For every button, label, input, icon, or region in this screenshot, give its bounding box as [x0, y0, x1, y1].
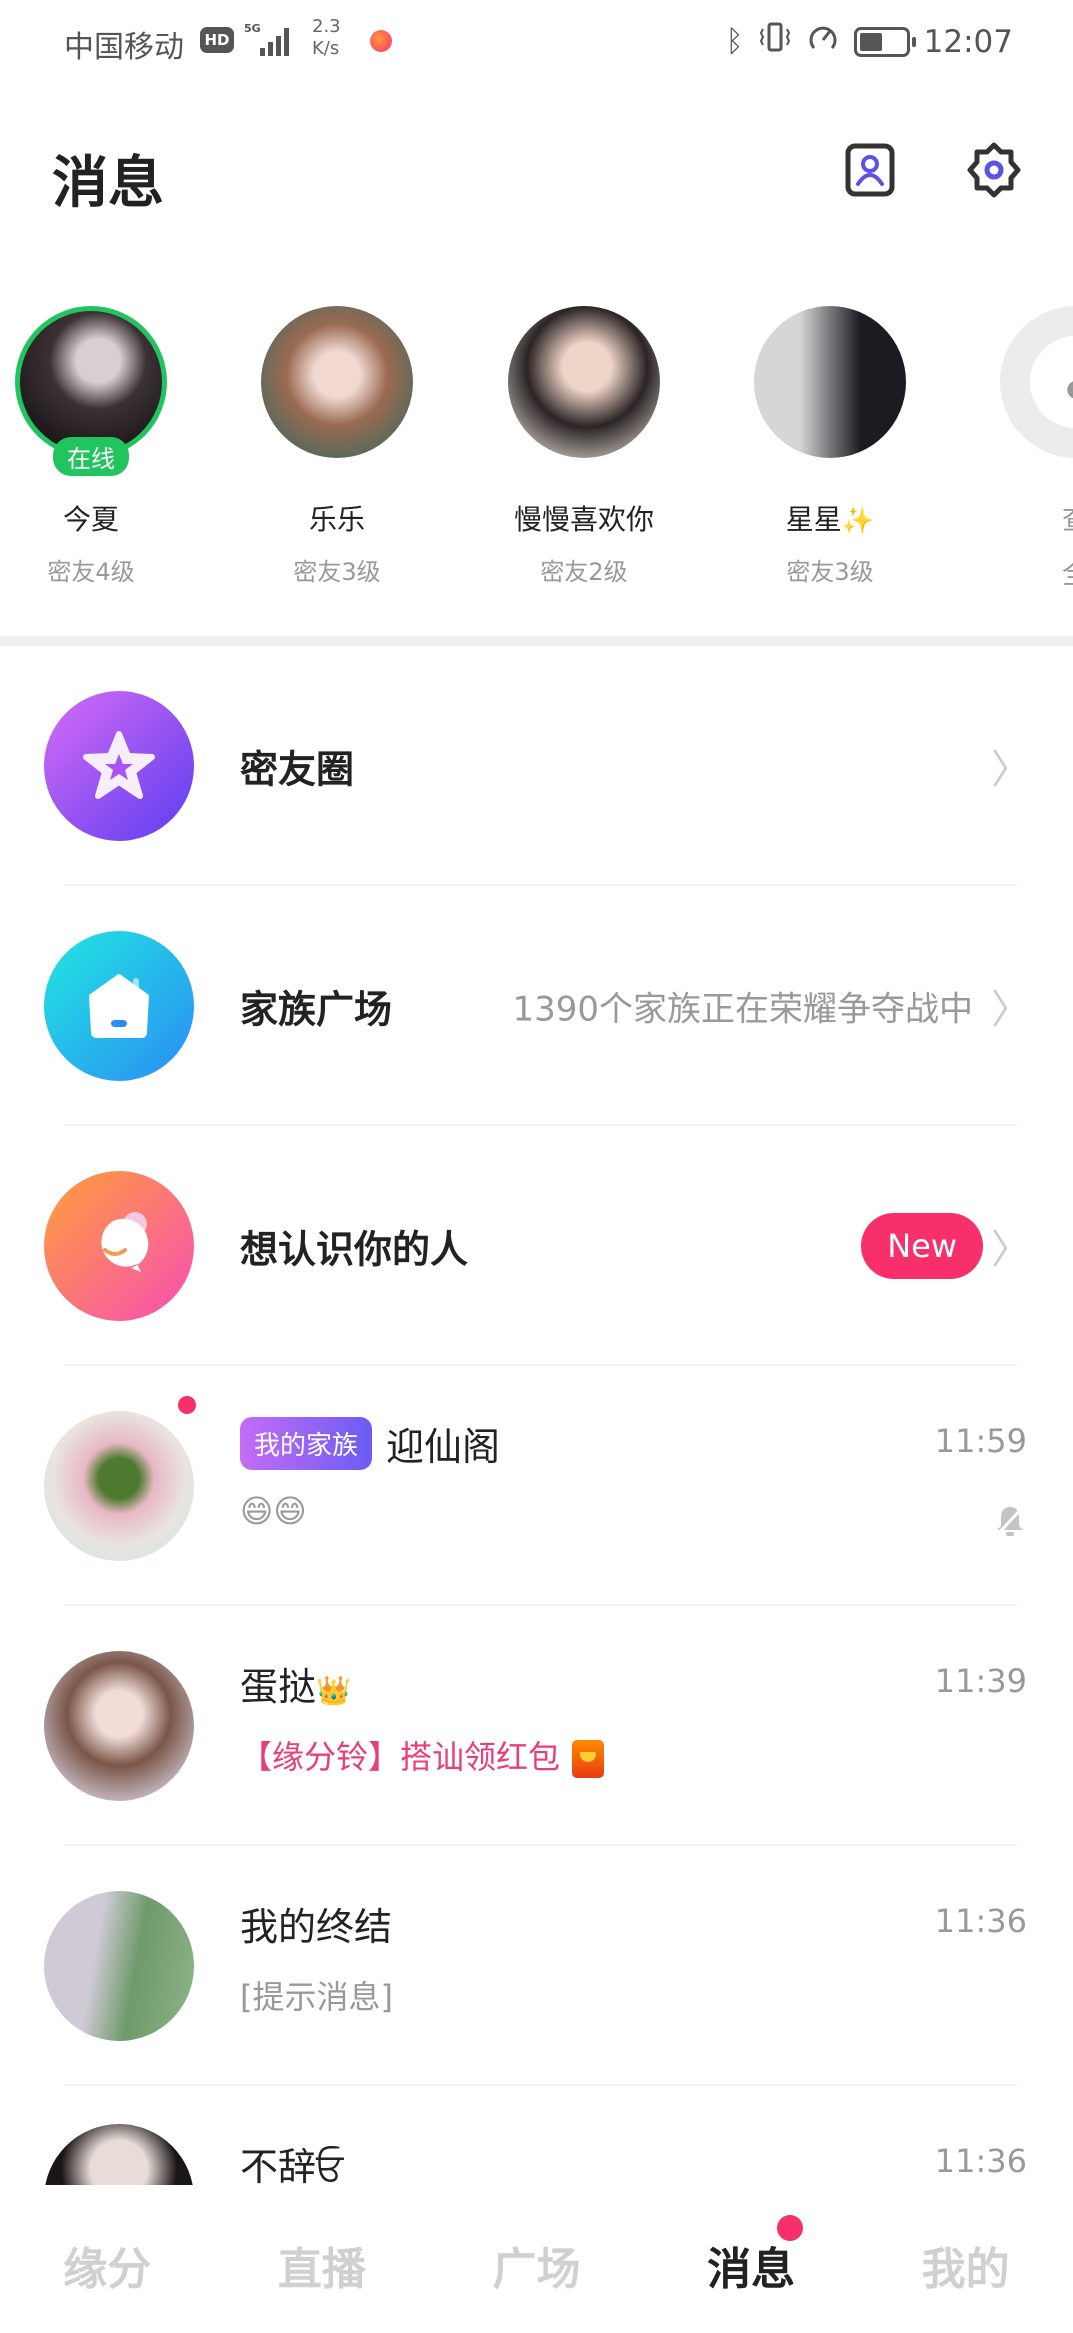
sparkle-icon: ✨ [841, 506, 875, 536]
chat-name: 我的终结 [240, 1905, 393, 1949]
chat-last-message: [提示消息] [240, 1978, 393, 2016]
crown-icon: 👑 [316, 1674, 351, 1707]
row-subtitle: 1390个家族正在荣耀争夺战中 [512, 989, 973, 1030]
tab-notification-dot [776, 2215, 803, 2241]
muted-bell-icon [995, 1504, 1025, 1542]
friend-level: 密友3级 [293, 558, 381, 586]
tab-plaza[interactable]: 广场 [429, 2185, 644, 2333]
view-all-label-line1: 查 [976, 498, 1073, 538]
tab-fate[interactable]: 缘分 [0, 2185, 215, 2333]
more-icon: ●●● [1000, 306, 1073, 458]
friend-item[interactable]: 乐乐 密友3级 [237, 300, 437, 587]
bottom-tab-bar: 缘分 直播 广场 消息 我的 [0, 2185, 1073, 2333]
clock: 12:07 [923, 23, 1013, 60]
page-title: 消息 [52, 151, 164, 216]
feature-row-family-plaza[interactable]: 家族广场 1390个家族正在荣耀争夺战中 〉 [0, 886, 1073, 1126]
friend-level: 密友4级 [47, 558, 135, 586]
header: 消息 [0, 120, 1073, 220]
battery-icon [853, 26, 916, 57]
avatar [508, 306, 660, 458]
chevron-right-icon: 〉 [991, 1227, 1031, 1273]
tab-live[interactable]: 直播 [215, 2185, 430, 2333]
friend-name: 今夏 [62, 503, 119, 536]
feature-row-people-want-to-know-you[interactable]: 想认识你的人 New 〉 [0, 1126, 1073, 1366]
avatar [261, 306, 413, 458]
chat-list-item[interactable]: 不辞ਓ 11:36 [0, 2086, 1073, 2186]
avatar [44, 2124, 194, 2186]
tab-messages[interactable]: 消息 [644, 2185, 859, 2333]
chat-last-message: 😄😄 [240, 1492, 307, 1530]
view-all-friends-button[interactable]: ●●● 查 全 [976, 300, 1073, 592]
friend-name: 乐乐 [308, 503, 365, 536]
feature-row-close-friends-circle[interactable]: 密友圈 〉 [0, 646, 1073, 886]
online-badge: 在线 [53, 437, 129, 476]
data-saver-icon [806, 20, 840, 63]
row-title: 密友圈 [240, 747, 355, 792]
avatar [44, 1891, 194, 2041]
unread-dot [178, 1396, 196, 1414]
friend-item[interactable]: 在线 今夏 密友4级 [0, 300, 191, 587]
avatar [754, 306, 906, 458]
friend-name: 星星✨ [785, 503, 875, 536]
settings-button[interactable] [964, 140, 1024, 200]
friend-name: 慢慢喜欢你 [513, 503, 654, 536]
gear-icon [967, 142, 1021, 198]
chat-name: 蛋挞👑 [240, 1665, 351, 1709]
hd-icon: HD [200, 27, 234, 53]
vibrate-icon [758, 20, 792, 63]
chevron-right-icon: 〉 [991, 747, 1031, 793]
avatar [44, 1411, 194, 1561]
contacts-icon [845, 143, 895, 197]
network-type: 5G [244, 22, 261, 35]
network-speed: 2.3 K/s [312, 16, 341, 59]
view-all-label-line2: 全 [976, 552, 1073, 592]
chat-list-item[interactable]: 蛋挞👑 【缘分铃】搭讪领红包 11:39 [0, 1606, 1073, 1846]
chat-name: 迎仙阁 [386, 1425, 501, 1469]
contacts-button[interactable] [840, 140, 900, 200]
chat-time: 11:36 [934, 2142, 1027, 2180]
chat-time: 11:36 [934, 1902, 1027, 1940]
status-bar: 中国移动 HD 5G 2.3 K/s ᛒ 12:07 [0, 0, 1073, 80]
friend-level: 密友3级 [786, 558, 874, 586]
bluetooth-icon: ᛒ [725, 23, 744, 59]
friend-level: 密友2级 [540, 558, 628, 586]
chevron-right-icon: 〉 [991, 987, 1031, 1033]
new-badge: New [861, 1213, 983, 1279]
family-tag: 我的家族 [240, 1417, 373, 1470]
tab-me[interactable]: 我的 [858, 2185, 1073, 2333]
section-divider [0, 636, 1073, 646]
red-packet-icon [572, 1740, 605, 1778]
friend-item[interactable]: 星星✨ 密友3级 [730, 300, 930, 587]
chat-time: 11:59 [934, 1422, 1027, 1460]
close-friends-strip[interactable]: 在线 今夏 密友4级 乐乐 密友3级 慢慢喜欢你 密友2级 星星✨ 密友3级 ●… [0, 300, 1073, 600]
chat-list-item[interactable]: 我的家族 迎仙阁 😄😄 11:59 [0, 1366, 1073, 1606]
chat-time: 11:39 [934, 1662, 1027, 1700]
app-notification-icon [370, 30, 392, 52]
star-icon [44, 691, 194, 841]
row-title: 家族广场 [240, 987, 393, 1032]
chat-last-message: 【缘分铃】搭讪领红包 [240, 1732, 605, 1778]
avatar: 在线 [15, 306, 167, 476]
carrier-name: 中国移动 [64, 30, 184, 65]
chat-list-item[interactable]: 我的终结 [提示消息] 11:36 [0, 1846, 1073, 2086]
chat-name: 不辞ਓ [240, 2145, 344, 2186]
home-icon [44, 931, 194, 1081]
chat-smile-icon [44, 1171, 194, 1321]
avatar [44, 1651, 194, 1801]
friend-item[interactable]: 慢慢喜欢你 密友2级 [484, 300, 684, 587]
signal-icon: 5G [244, 22, 294, 56]
row-title: 想认识你的人 [240, 1227, 469, 1272]
